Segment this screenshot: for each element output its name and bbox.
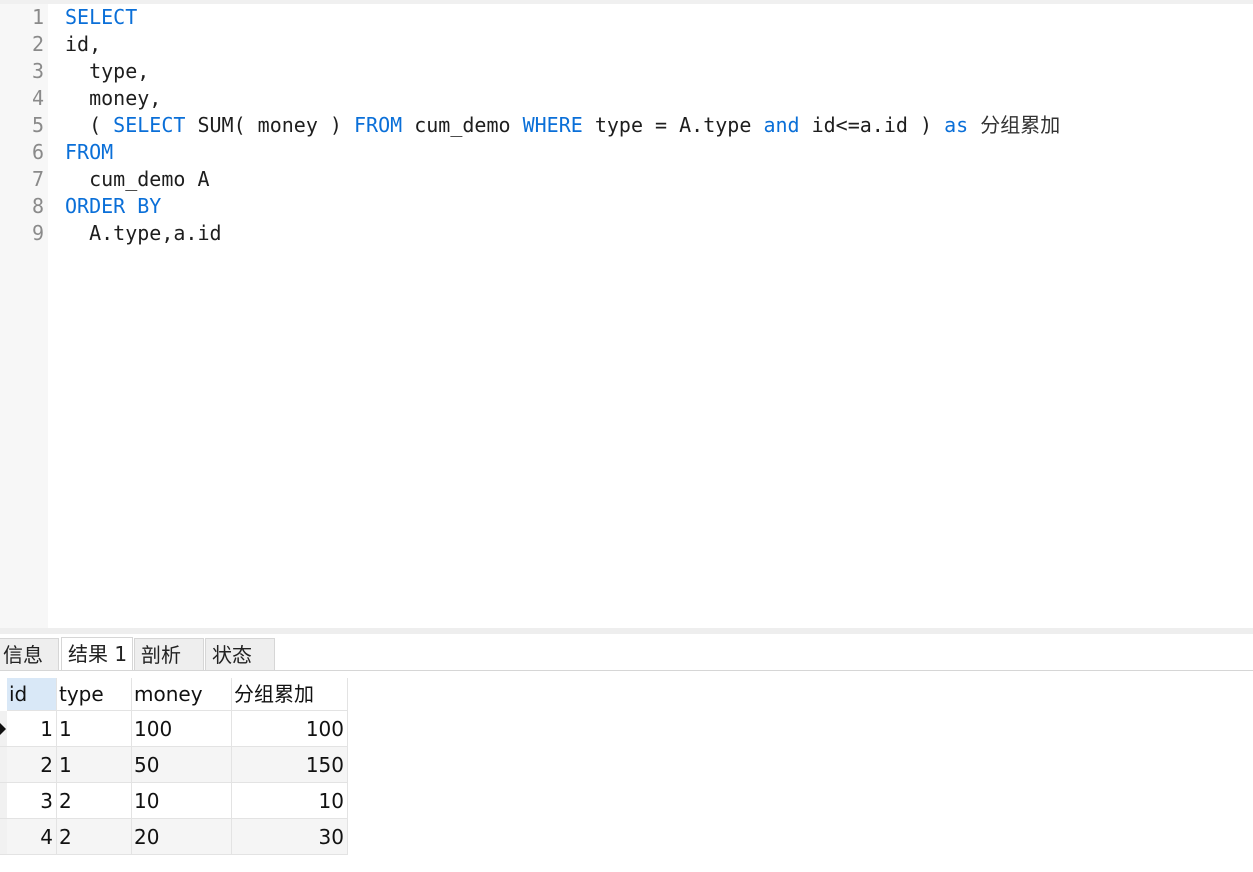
column-header[interactable]: money <box>132 678 232 711</box>
sql-keyword: SELECT <box>65 5 138 29</box>
line-number: 1 <box>31 5 44 29</box>
table-cell[interactable]: 30 <box>232 819 348 855</box>
code-token: ( <box>65 113 114 137</box>
sql-keyword: FROM <box>354 113 403 137</box>
table-cell[interactable]: 1 <box>57 747 132 783</box>
row-selector[interactable] <box>0 711 7 747</box>
code-line[interactable]: cum_demo A <box>65 166 210 193</box>
code-line[interactable]: ( SELECT SUM( money ) FROM cum_demo WHER… <box>65 112 1060 139</box>
code-token: type = A.type <box>582 113 764 137</box>
row-selector[interactable] <box>0 747 7 783</box>
row-selector[interactable] <box>0 783 7 819</box>
code-token: cum_demo A <box>65 167 210 191</box>
sql-keyword: SELECT <box>113 113 186 137</box>
line-number-gutter: 1 2 3 4 5 6 7 8 9 <box>0 4 48 628</box>
column-header[interactable]: 分组累加 <box>232 678 348 711</box>
table-cell[interactable]: 100 <box>232 711 348 747</box>
tab-1[interactable]: 结果 1 <box>61 637 133 670</box>
code-line[interactable]: money, <box>65 85 161 112</box>
sql-keyword: FROM <box>65 140 114 164</box>
line-number: 2 <box>31 32 44 56</box>
table-cell[interactable]: 2 <box>57 783 132 819</box>
table-cell[interactable]: 150 <box>232 747 348 783</box>
table-cell[interactable]: 1 <box>7 711 57 747</box>
table-cell[interactable]: 4 <box>7 819 57 855</box>
tab-0[interactable]: 信息 <box>0 638 59 670</box>
code-token: 分组累加 <box>980 113 1061 137</box>
code-line[interactable]: SELECT <box>65 4 137 31</box>
table-cell[interactable]: 1 <box>57 711 132 747</box>
table-cell[interactable]: 2 <box>7 747 57 783</box>
row-selector[interactable] <box>0 819 7 855</box>
code-line[interactable]: id, <box>65 31 101 58</box>
line-number: 4 <box>31 86 44 110</box>
column-header[interactable]: type <box>57 678 132 711</box>
sql-editor[interactable]: 1 2 3 4 5 6 7 8 9 SELECT id, type, money, ( SELEC… <box>0 4 1253 628</box>
sql-keyword: as <box>944 113 969 137</box>
column-header[interactable]: id <box>7 678 57 711</box>
tab-2[interactable]: 剖析 <box>134 638 204 670</box>
code-token: id<=a.id ) <box>799 113 945 137</box>
sql-keyword: WHERE <box>522 113 583 137</box>
code-token: money, <box>65 86 162 110</box>
result-tab-bar: 信息 结果 1 剖析 状态 <box>0 634 1253 671</box>
table-cell[interactable]: 50 <box>132 747 232 783</box>
table-cell[interactable]: 10 <box>232 783 348 819</box>
line-number: 5 <box>31 113 44 137</box>
code-line[interactable]: type, <box>65 58 149 85</box>
sql-keyword: and <box>763 113 800 137</box>
sql-keyword: ORDER BY <box>65 194 162 218</box>
table-cell[interactable]: 2 <box>57 819 132 855</box>
line-number: 9 <box>31 221 44 245</box>
code-token: type, <box>65 59 150 83</box>
table-cell[interactable]: 100 <box>132 711 232 747</box>
code-token: SUM( money ) <box>185 113 354 137</box>
code-line[interactable]: ORDER BY <box>65 193 161 220</box>
line-number: 3 <box>31 59 44 83</box>
line-number: 7 <box>31 167 44 191</box>
row-cursor-icon <box>0 723 6 735</box>
code-line[interactable]: FROM <box>65 139 113 166</box>
line-number: 6 <box>31 140 44 164</box>
code-token: id, <box>65 32 102 56</box>
line-number: 8 <box>31 194 44 218</box>
table-cell[interactable]: 10 <box>132 783 232 819</box>
tab-3[interactable]: 状态 <box>205 638 275 670</box>
table-cell[interactable]: 20 <box>132 819 232 855</box>
code-token: A.type,a.id <box>65 221 222 245</box>
code-token: cum_demo <box>402 113 523 137</box>
table-cell[interactable]: 3 <box>7 783 57 819</box>
code-line[interactable]: A.type,a.id <box>65 220 222 247</box>
